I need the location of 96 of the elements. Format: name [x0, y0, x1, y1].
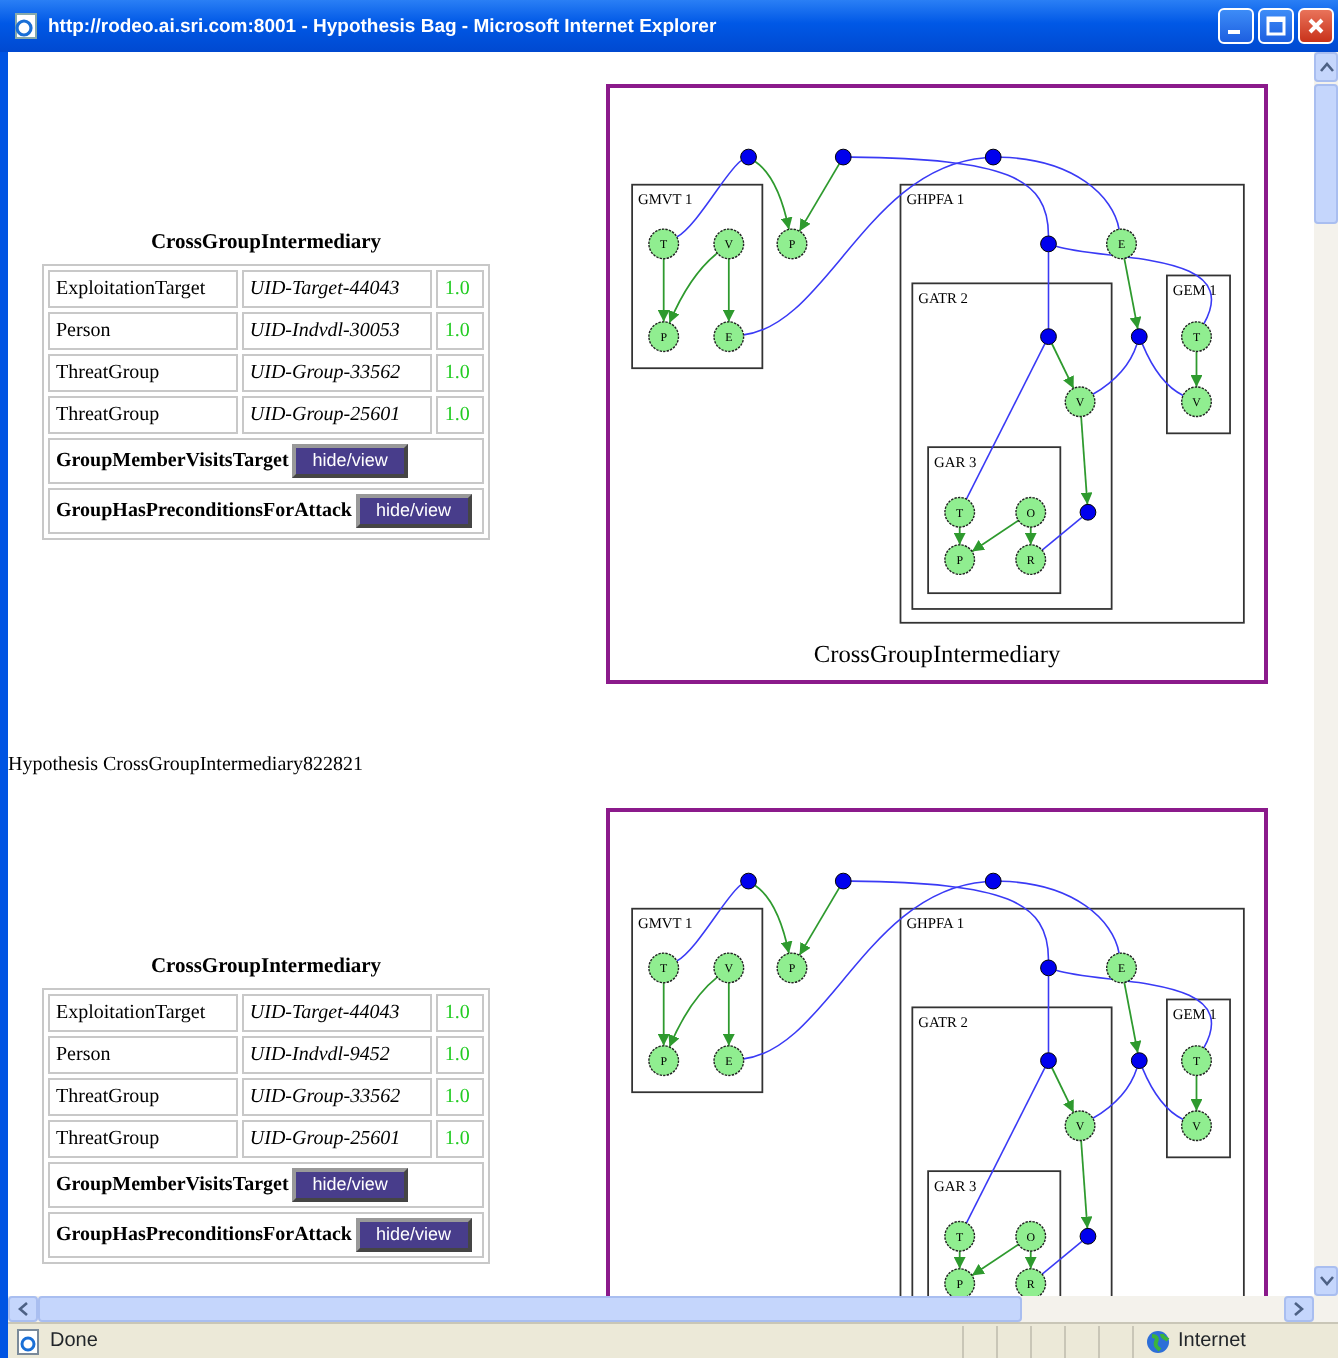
link-line: [1047, 975, 1050, 1054]
flow-arrow: [1051, 342, 1075, 390]
close-icon: [1306, 16, 1326, 36]
section-label: GroupMemberVisitsTarget: [56, 449, 289, 472]
type-cell: ExploitationTarget: [48, 269, 238, 308]
flow-arrow: [1024, 526, 1037, 546]
link-line: [1047, 251, 1050, 330]
graph-caption: CrossGroupIntermediary: [813, 640, 1061, 669]
scroll-thumb[interactable]: [1314, 84, 1338, 224]
scroll-left-button[interactable]: [8, 1296, 38, 1322]
flow-arrow: [798, 886, 841, 957]
flow-arrow: [971, 1243, 1020, 1277]
score-cell: 1.0: [436, 1119, 484, 1158]
junction-dot: [1040, 959, 1057, 977]
uid-cell: UID-Target-44043: [241, 993, 433, 1032]
flow-arrow: [1123, 981, 1142, 1054]
flow-arrow: [1051, 1066, 1075, 1114]
uid-cell: UID-Indvdl-9452: [241, 1035, 433, 1074]
globe-icon: [1146, 1329, 1170, 1353]
junction-dot: [1079, 503, 1097, 521]
uid-cell: UID-Target-44043: [241, 269, 433, 308]
junction-dot: [834, 148, 852, 166]
link-line: [1141, 343, 1184, 397]
junction-dot: [834, 872, 852, 890]
junction-dot: [740, 148, 757, 166]
maximize-icon: [1266, 16, 1286, 36]
type-cell: ThreatGroup: [48, 1119, 238, 1158]
type-cell: ExploitationTarget: [48, 993, 238, 1032]
page-icon: [16, 1327, 42, 1355]
flow-arrow: [1024, 1250, 1037, 1270]
uid-cell: UID-Group-33562: [241, 353, 433, 392]
junction-dot: [740, 872, 757, 890]
flow-arrow: [722, 257, 735, 323]
window-title: http://rodeo.ai.sri.com:8001 - Hypothesis Bag - Microsoft Internet Explorer: [48, 15, 717, 37]
type-cell: ThreatGroup: [48, 1077, 238, 1116]
scroll-right-button[interactable]: [1284, 1296, 1314, 1322]
score-cell: 1.0: [436, 269, 484, 308]
link-line: [1041, 516, 1083, 551]
flow-arrow: [754, 160, 793, 231]
status-text: Done: [50, 1330, 98, 1352]
junction-dot: [1040, 328, 1057, 346]
type-cell: Person: [48, 311, 238, 350]
type-cell: ThreatGroup: [48, 353, 238, 392]
flow-arrow: [1190, 1074, 1203, 1112]
hide-view-button[interactable]: hide/view: [292, 443, 408, 478]
flow-arrow: [971, 519, 1020, 553]
junction-dot: [1040, 1052, 1057, 1070]
score-cell: 1.0: [436, 395, 484, 434]
flow-arrow: [1123, 257, 1142, 330]
scroll-up-button[interactable]: [1314, 52, 1338, 82]
uid-cell: UID-Group-25601: [241, 1119, 433, 1158]
link-line: [1092, 1067, 1138, 1120]
scroll-thumb[interactable]: [38, 1296, 1022, 1322]
junction-dot: [1040, 235, 1057, 253]
minimize-button[interactable]: [1218, 8, 1254, 44]
link-line: [1041, 1240, 1083, 1275]
score-cell: 1.0: [436, 311, 484, 350]
section-label: GroupHasPreconditionsForAttack: [56, 499, 352, 522]
hide-view-button[interactable]: hide/view: [292, 1167, 408, 1202]
minimize-icon: [1227, 30, 1239, 34]
table-title: CrossGroupIntermediary: [148, 230, 384, 259]
score-cell: 1.0: [436, 1077, 484, 1116]
table-title: CrossGroupIntermediary: [148, 954, 384, 983]
section-label: GroupHasPreconditionsForAttack: [56, 1223, 352, 1246]
junction-dot: [1130, 1052, 1148, 1070]
link-line: [1092, 343, 1138, 396]
type-cell: Person: [48, 1035, 238, 1074]
junction-dot: [984, 872, 1002, 890]
uid-cell: UID-Indvdl-30053: [241, 311, 433, 350]
flow-arrow: [754, 884, 793, 955]
flow-arrow: [1080, 415, 1093, 506]
uid-cell: UID-Group-33562: [241, 1077, 433, 1116]
flow-arrow: [1080, 1139, 1093, 1230]
score-cell: 1.0: [436, 1035, 484, 1074]
scroll-down-button[interactable]: [1314, 1266, 1338, 1296]
junction-dot: [1130, 328, 1148, 346]
uid-cell: UID-Group-25601: [241, 395, 433, 434]
flow-arrow: [1190, 350, 1203, 388]
flow-arrow: [798, 162, 841, 233]
hypothesis-heading: Hypothesis CrossGroupIntermediary822821: [8, 752, 365, 780]
type-cell: ThreatGroup: [48, 395, 238, 434]
flow-arrow: [953, 526, 966, 546]
junction-dot: [984, 148, 1002, 166]
hide-view-button[interactable]: hide/view: [355, 493, 471, 528]
junction-dot: [1079, 1227, 1097, 1245]
section-label: GroupMemberVisitsTarget: [56, 1173, 289, 1196]
score-cell: 1.0: [436, 993, 484, 1032]
link-line: [1141, 1067, 1184, 1121]
security-zone-label: Internet: [1178, 1330, 1246, 1352]
maximize-button[interactable]: [1258, 8, 1294, 44]
browser-page-icon: [12, 12, 40, 40]
hide-view-button[interactable]: hide/view: [355, 1217, 471, 1252]
close-button[interactable]: [1298, 8, 1334, 44]
flow-arrow: [722, 981, 735, 1047]
score-cell: 1.0: [436, 353, 484, 392]
flow-arrow: [953, 1250, 966, 1270]
